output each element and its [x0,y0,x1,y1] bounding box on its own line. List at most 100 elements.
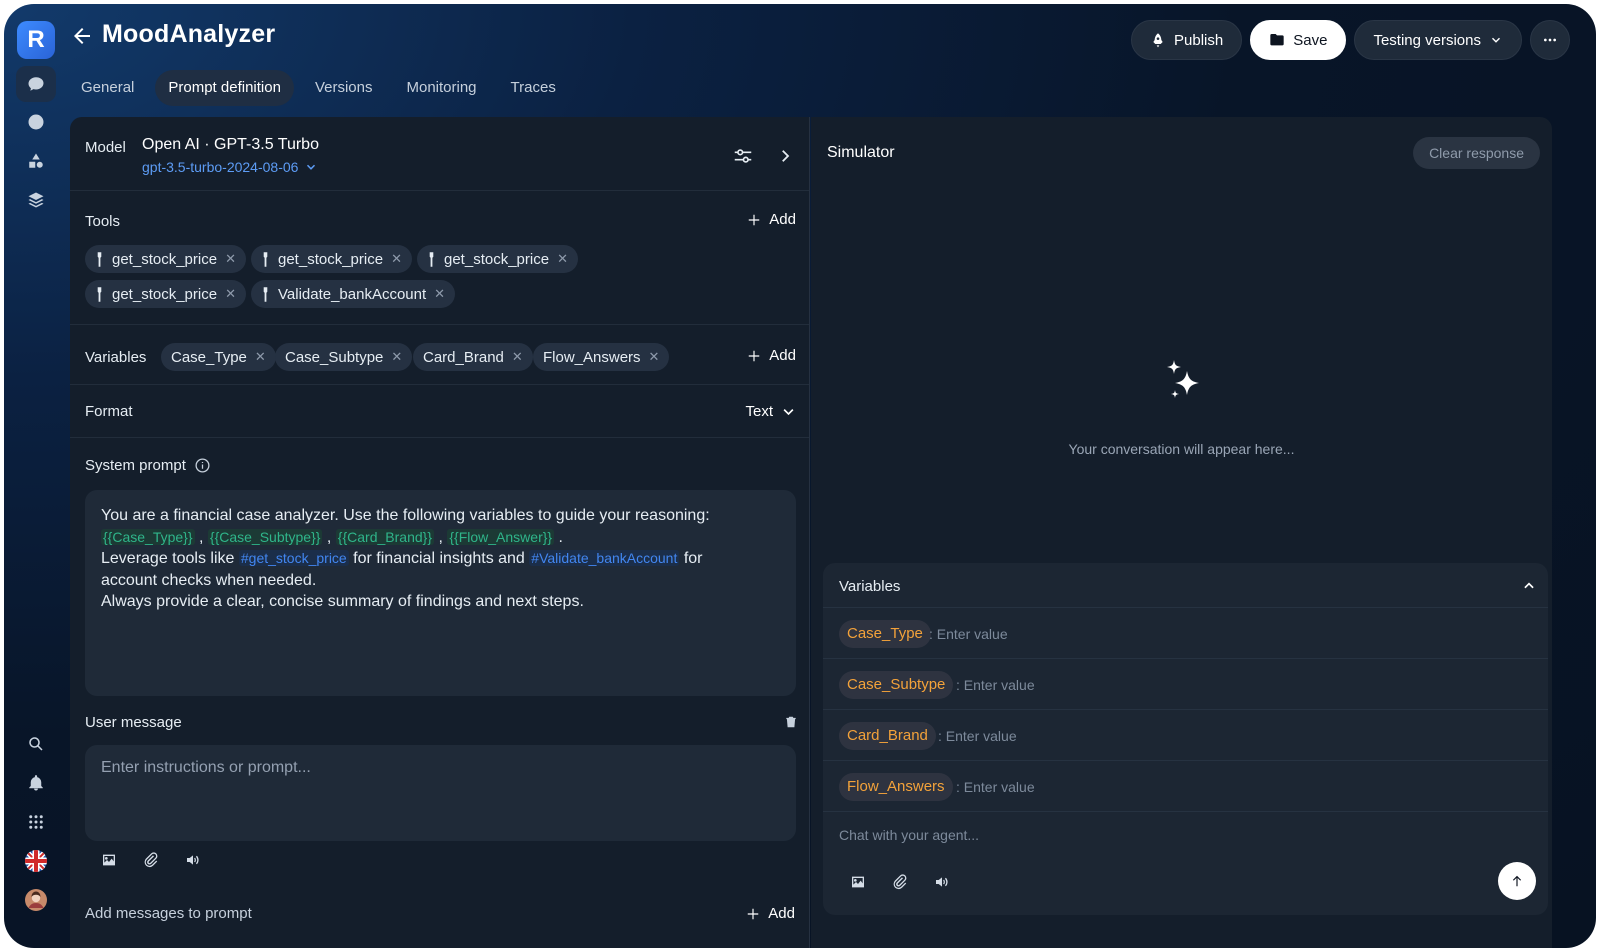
arrow-left-icon [74,28,90,44]
speaker-icon[interactable] [934,874,950,890]
grid-dots-icon [29,815,43,829]
tool-token: #Validate_bankAccount [529,550,680,566]
remove-icon[interactable]: ✕ [225,251,236,267]
sliders-icon[interactable] [732,145,754,167]
prompt-line-vars: {{Case_Type}} , {{Case_Subtype}} , {{Car… [101,527,780,549]
variable-chip[interactable]: Case_Type ✕ [161,343,276,371]
wrench-icon [263,251,268,267]
variable-chip[interactable]: Flow_Answers ✕ [533,343,670,371]
remove-icon[interactable]: ✕ [434,286,445,302]
variable-value-input[interactable]: : Enter value [956,677,1035,693]
tab-monitoring[interactable]: Monitoring [393,70,489,106]
add-variable-button[interactable]: Add [747,347,796,364]
remove-icon[interactable]: ✕ [557,251,568,267]
paperclip-icon[interactable] [143,852,159,868]
components-nav-button[interactable] [16,143,56,179]
user-message-placeholder: Enter instructions or prompt... [101,759,311,776]
variable-chip[interactable]: Card_Brand ✕ [413,343,533,371]
chevron-up-icon[interactable] [1522,579,1536,593]
app-logo[interactable]: R [17,21,55,59]
user-message-toolbar [101,852,201,868]
prompt-line-3: account checks when needed. [101,571,317,589]
variable-chip[interactable]: Case_Subtype ✕ [275,343,413,371]
add-variable-label: Add [769,347,796,364]
apps-nav-button[interactable] [16,804,56,840]
add-messages-label: Add messages to prompt [85,905,252,922]
tool-chip[interactable]: get_stock_price ✕ [251,245,412,273]
publish-button[interactable]: Publish [1131,20,1243,60]
tab-traces[interactable]: Traces [498,70,569,106]
separator: . [558,528,563,546]
tool-chip[interactable]: get_stock_price ✕ [85,280,246,308]
image-icon[interactable] [101,852,117,868]
plus-icon [749,214,760,225]
chat-bubble-icon [28,77,44,91]
image-icon[interactable] [850,874,866,890]
user-avatar[interactable] [16,882,56,918]
variable-row: Flow_Answers : Enter value [823,760,1548,811]
layers-nav-button[interactable] [16,182,56,218]
tool-chip[interactable]: get_stock_price ✕ [417,245,578,273]
prompt-text: for [683,550,703,567]
variable-name-badge: Case_Subtype [839,671,954,699]
format-section: Format Text [70,385,809,438]
system-prompt-editor[interactable]: You are a financial case analyzer. Use t… [85,490,796,696]
variable-chip-label: Case_Subtype [285,348,384,366]
add-message-button[interactable]: Add [746,905,795,922]
language-button[interactable] [16,843,56,879]
tab-general[interactable]: General [68,70,147,106]
variable-value-input[interactable]: : Enter value [956,779,1035,795]
variable-token: {{Case_Type}} [101,528,195,545]
format-label: Format [85,403,133,420]
back-button[interactable] [70,24,94,48]
remove-icon[interactable]: ✕ [391,349,402,365]
clear-response-button[interactable]: Clear response [1413,137,1540,169]
search-nav-button[interactable] [16,726,56,762]
simulator-title: Simulator [827,144,895,161]
remove-icon[interactable]: ✕ [255,349,266,365]
tool-chip-label: get_stock_price [278,250,384,268]
simulator-panel: Simulator Clear response Your conversati… [811,117,1552,948]
tool-chip[interactable]: Validate_bankAccount ✕ [251,280,456,308]
paperclip-icon[interactable] [892,874,908,890]
tool-chip[interactable]: get_stock_price ✕ [85,245,246,273]
trash-icon[interactable] [784,715,798,729]
prompt-line-1: You are a financial case analyzer. Use t… [101,507,710,524]
chat-nav-button[interactable] [16,66,56,102]
remove-icon[interactable]: ✕ [391,251,402,267]
format-value: Text [745,403,773,420]
remove-icon[interactable]: ✕ [512,349,523,365]
uk-flag-icon [25,850,47,872]
prompt-text: for financial insights and [353,550,525,567]
chat-input[interactable]: Chat with your agent... [839,827,979,843]
save-button[interactable]: Save [1250,20,1347,60]
layers-icon [28,192,44,208]
add-tool-button[interactable]: Add [747,211,796,228]
remove-icon[interactable]: ✕ [225,286,236,302]
send-button[interactable] [1498,862,1536,900]
history-nav-button[interactable] [16,104,56,140]
tab-versions[interactable]: Versions [302,70,386,106]
versions-dropdown[interactable]: Testing versions [1354,20,1522,60]
separator: , [438,528,443,546]
user-message-input[interactable]: Enter instructions or prompt... [85,745,796,841]
info-icon[interactable] [194,457,211,474]
tab-prompt-definition[interactable]: Prompt definition [155,70,294,106]
variable-row: Case_Subtype : Enter value [823,658,1548,709]
separator: , [326,528,332,546]
variable-value-input[interactable]: : Enter value [929,626,1008,642]
variable-value-input[interactable]: : Enter value [938,728,1017,744]
remove-icon[interactable]: ✕ [649,349,660,365]
more-options-button[interactable] [1530,20,1570,60]
format-dropdown[interactable]: Text [745,403,796,420]
notifications-nav-button[interactable] [16,765,56,801]
variables-label: Variables [85,349,147,366]
simulator-variables-label: Variables [839,578,901,595]
speaker-icon[interactable] [185,852,201,868]
empty-conversation-text: Your conversation will appear here... [1068,441,1295,457]
model-version-dropdown[interactable]: gpt-3.5-turbo-2024-08-06 [142,159,318,175]
model-version: gpt-3.5-turbo-2024-08-06 [142,159,299,175]
variable-name-badge: Case_Type [839,620,931,648]
chevron-right-icon[interactable] [776,147,794,165]
app-title: MoodAnalyzer [102,20,276,48]
